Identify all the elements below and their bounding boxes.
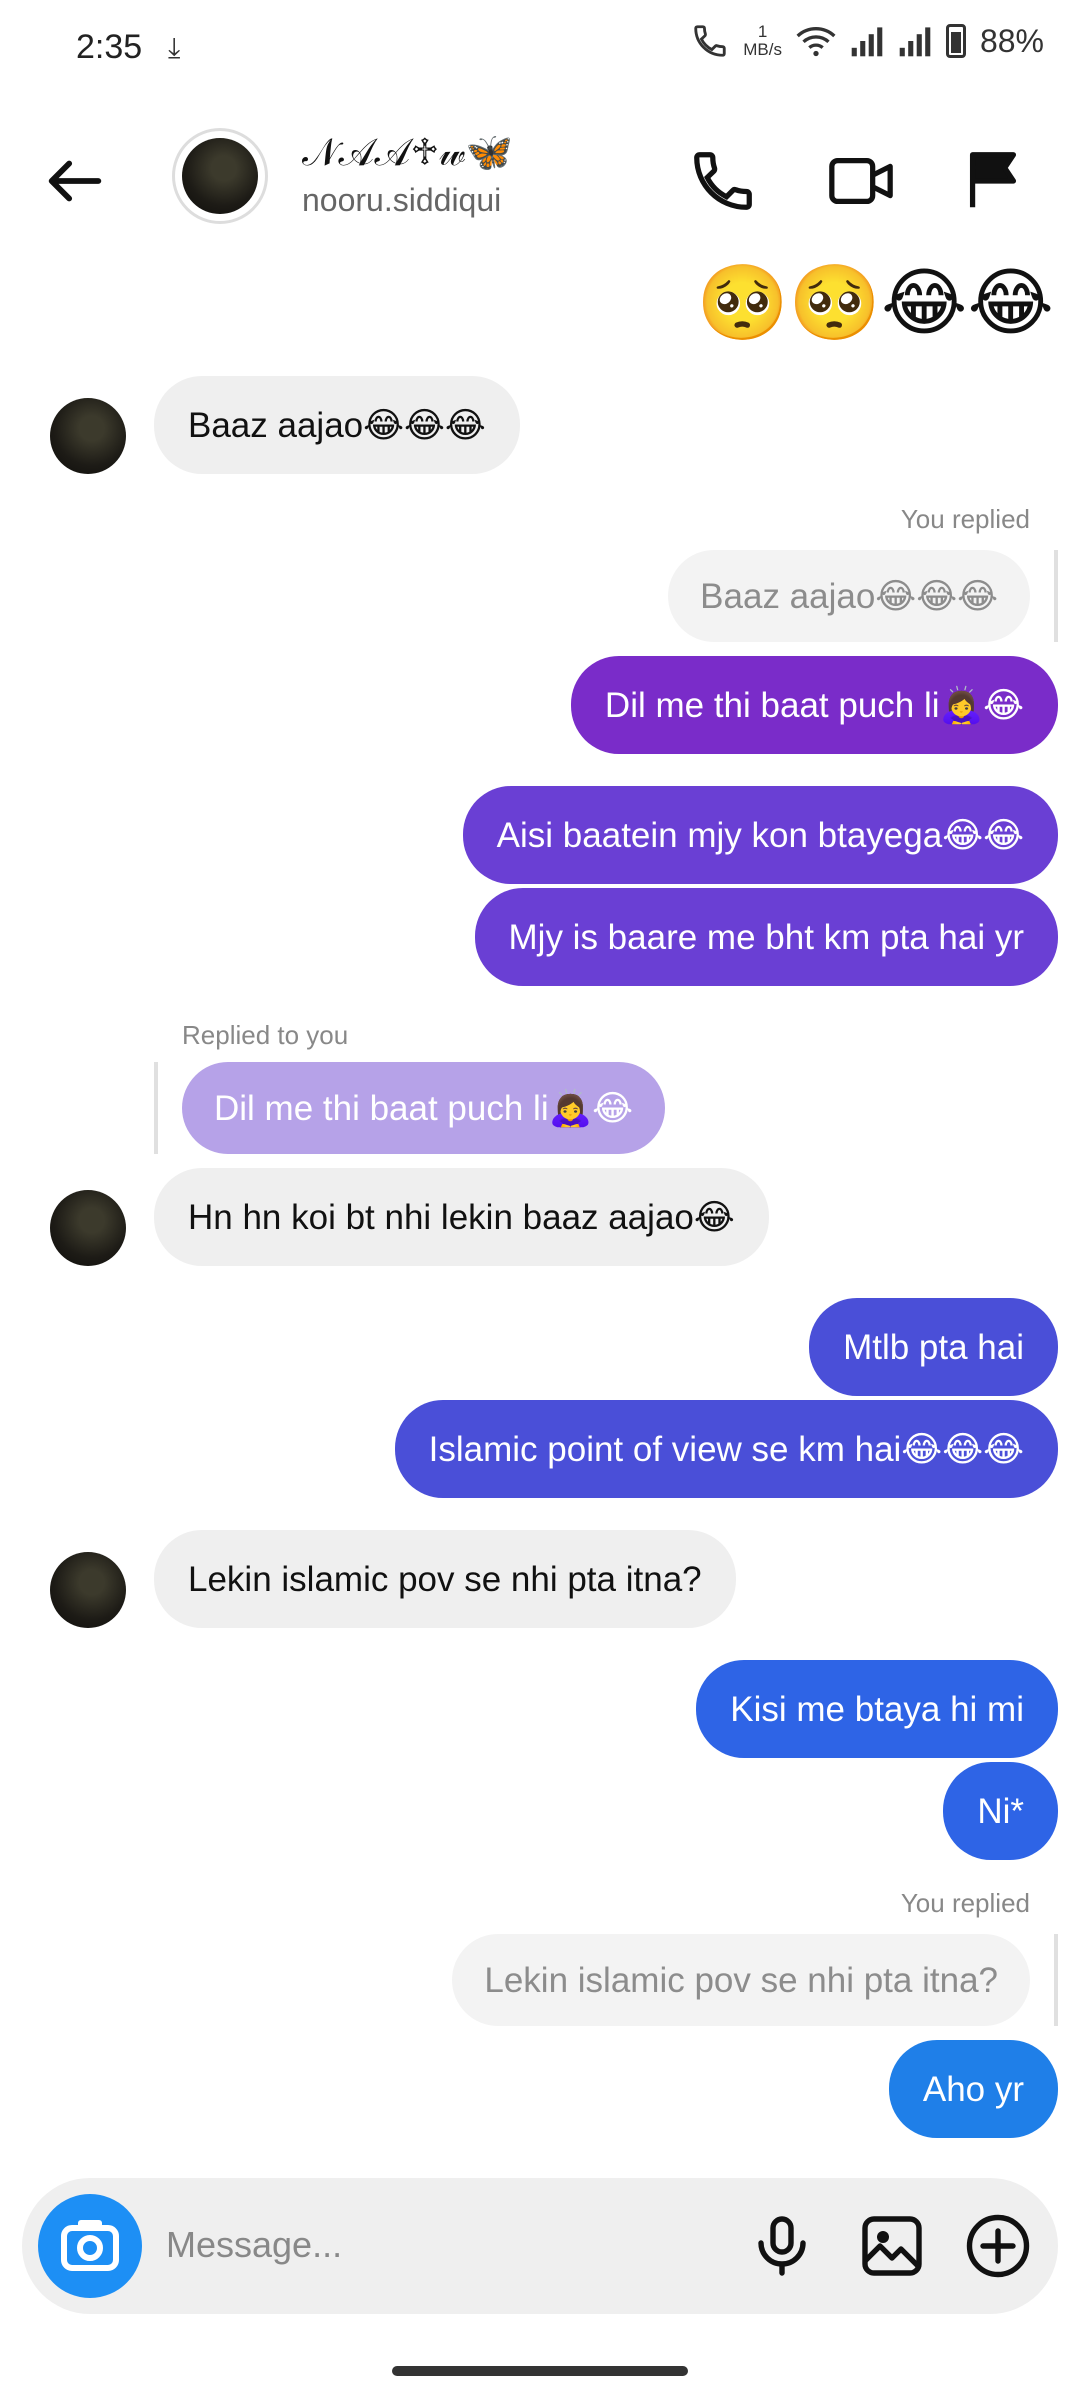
incoming-message[interactable]: Hn hn koi bt nhi lekin baaz aajao😂 — [154, 1168, 769, 1266]
plus-icon[interactable] — [962, 2210, 1034, 2282]
sender-avatar[interactable] — [50, 1190, 126, 1266]
home-indicator[interactable] — [392, 2366, 688, 2376]
outgoing-message[interactable]: Mjy is baare me bht km pta hai yr — [474, 888, 1058, 986]
reply-line — [154, 1062, 158, 1154]
outgoing-message[interactable]: Aisi baatein mjy kon btayega😂😂 — [462, 786, 1058, 884]
phone-icon[interactable] — [688, 146, 758, 216]
message-input[interactable]: Message... — [166, 2224, 342, 2266]
status-bar: 2:35 ⤓ 1 MB/s 88% — [0, 0, 1080, 96]
outgoing-message[interactable]: Mtlb pta hai — [809, 1298, 1058, 1396]
download-icon: ⤓ — [168, 32, 181, 63]
reply-line — [1054, 1934, 1058, 2026]
signal-icon-2 — [899, 27, 931, 57]
signal-icon — [851, 27, 883, 57]
camera-icon — [61, 2220, 119, 2271]
gallery-icon[interactable] — [856, 2210, 928, 2282]
flag-icon[interactable] — [958, 146, 1028, 216]
incoming-message[interactable]: Baaz aajao😂😂😂 — [154, 376, 520, 474]
quoted-message[interactable]: Dil me thi baat puch li🙇‍♀️😂 — [182, 1062, 666, 1154]
contact-name[interactable]: 𝒩𝒜𝒜♱𝓌🦋 — [302, 130, 513, 175]
outgoing-message[interactable]: Aho yr — [888, 2040, 1058, 2138]
sent-emoji-message[interactable]: 🥺🥺😂😂 — [697, 266, 1054, 340]
status-right: 1 MB/s 88% — [691, 22, 1044, 60]
reply-label: You replied — [900, 504, 1030, 534]
speed-unit: MB/s — [743, 40, 782, 59]
sender-avatar[interactable] — [50, 398, 126, 474]
reply-line — [1054, 550, 1058, 642]
camera-button[interactable] — [38, 2194, 142, 2298]
reply-label: You replied — [900, 1888, 1030, 1918]
outgoing-message[interactable]: Kisi me btaya hi mi — [696, 1660, 1058, 1758]
status-time: 2:35 — [76, 28, 143, 66]
video-camera-icon[interactable] — [826, 146, 896, 216]
reply-label: Replied to you — [182, 1020, 349, 1050]
back-arrow-icon[interactable] — [40, 146, 110, 216]
battery-percent: 88% — [979, 22, 1044, 59]
contact-username[interactable]: nooru.siddiqui — [302, 182, 501, 219]
message-list[interactable]: 🥺🥺😂😂 Baaz aajao😂😂😂 You replied Baaz aaja… — [0, 250, 1080, 2170]
call-status-icon — [694, 25, 726, 57]
wifi-icon — [796, 27, 836, 57]
network-speed: 1 MB/s — [743, 23, 782, 59]
quoted-message[interactable]: Baaz aajao😂😂😂 — [668, 550, 1030, 642]
chat-header: 𝒩𝒜𝒜♱𝓌🦋 nooru.siddiqui — [0, 110, 1080, 250]
battery-icon — [945, 24, 966, 58]
outgoing-message[interactable]: Islamic point of view se km hai😂😂😂 — [394, 1400, 1058, 1498]
contact-avatar[interactable] — [172, 128, 268, 224]
message-composer: Message... — [22, 2178, 1058, 2314]
microphone-icon[interactable] — [746, 2210, 818, 2282]
speed-value: 1 — [757, 22, 768, 41]
outgoing-message[interactable]: Dil me thi baat puch li🙇‍♀️😂 — [570, 656, 1058, 754]
sender-avatar[interactable] — [50, 1552, 126, 1628]
outgoing-message[interactable]: Ni* — [943, 1762, 1058, 1860]
incoming-message[interactable]: Lekin islamic pov se nhi pta itna? — [154, 1530, 736, 1628]
quoted-message[interactable]: Lekin islamic pov se nhi pta itna? — [452, 1934, 1030, 2026]
